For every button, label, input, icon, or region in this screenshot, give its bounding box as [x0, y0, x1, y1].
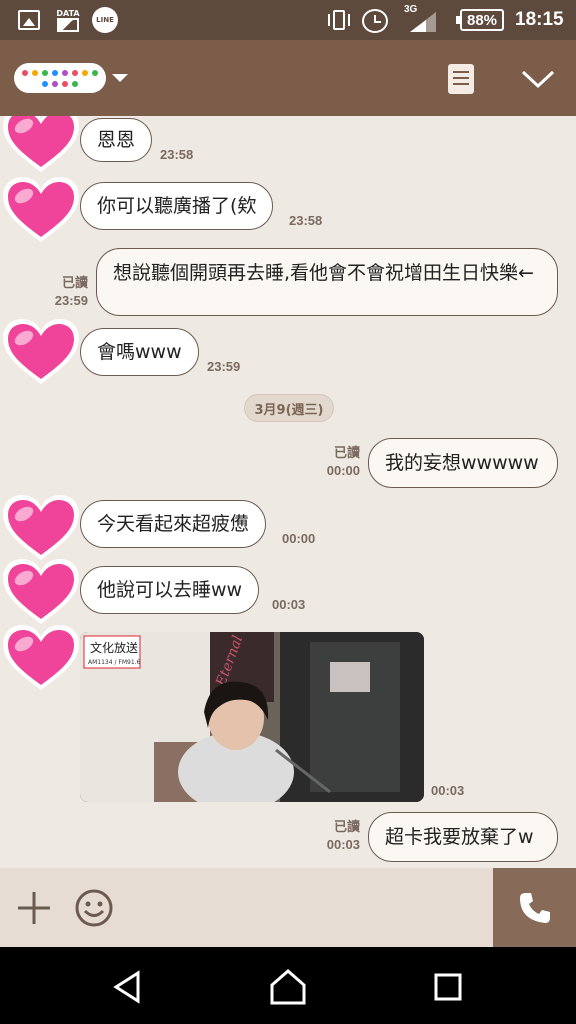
clock: 18:15: [515, 9, 564, 30]
read-status: 已讀: [333, 819, 360, 834]
alarm-icon: [362, 9, 388, 33]
chat-header: [0, 40, 576, 116]
recents-square-icon[interactable]: [428, 967, 468, 1007]
incoming-bubble[interactable]: 他說可以去睡ww: [80, 566, 260, 614]
incoming-bubble[interactable]: 會嗎www: [80, 328, 199, 376]
photo-message[interactable]: 文化放送 AM1134 / FM91.6 Eternal: [80, 632, 424, 802]
chat-name-dot: [42, 69, 48, 76]
message-text: 今天看起來超疲憊: [97, 513, 250, 535]
battery-level: 88%: [466, 11, 498, 29]
chat-name-dot: [62, 69, 68, 76]
photo-sign-sub: AM1134 / FM91.6: [88, 659, 141, 666]
chat-name-dot: [92, 69, 98, 76]
battery-indicator: 88%: [456, 9, 504, 31]
outgoing-bubble[interactable]: 我的妄想wwwww: [368, 438, 558, 488]
avatar-heart-icon[interactable]: [0, 316, 82, 388]
chat-name-button[interactable]: [14, 63, 106, 93]
message-time: 23:59: [207, 359, 241, 374]
phone-icon: [519, 892, 550, 923]
smiley-icon[interactable]: [74, 888, 114, 928]
chat-name-dot: [22, 69, 28, 76]
line-label: LINE: [96, 16, 114, 24]
note-icon[interactable]: [448, 64, 474, 94]
message-time: 23:58: [289, 213, 323, 228]
message-text: 會嗎www: [97, 341, 182, 363]
avatar-heart-icon[interactable]: [0, 116, 82, 176]
chat-name-dot: [42, 80, 48, 87]
chat-name-dot: [72, 69, 78, 76]
chat-name-dot: [52, 69, 58, 76]
data-label: DATA: [56, 8, 80, 18]
incoming-bubble[interactable]: 恩恩: [80, 118, 153, 162]
avatar-heart-icon[interactable]: [0, 174, 82, 246]
status-bar: DATA LINE 3G 88% 18:15: [0, 0, 576, 40]
message-time: 00:00: [282, 531, 316, 546]
message-text: 想說聽個開頭再去睡,看他會不會祝增田生日快樂←: [113, 262, 534, 284]
vibrate-icon: [324, 8, 354, 32]
message-time: 00:03: [326, 837, 360, 852]
chat-name-dot: [72, 80, 78, 87]
incoming-bubble[interactable]: 你可以聽廣播了(欸: [80, 182, 274, 230]
home-icon[interactable]: [268, 967, 308, 1007]
read-status: 已讀: [61, 275, 88, 290]
avatar-heart-icon[interactable]: [0, 492, 82, 564]
outgoing-bubble[interactable]: 超卡我要放棄了w: [368, 812, 558, 862]
plus-icon[interactable]: [16, 890, 52, 926]
photo-image: 文化放送 AM1134 / FM91.6 Eternal: [80, 632, 424, 802]
message-text: 我的妄想wwwww: [385, 452, 539, 474]
date-divider: 3月9(週三): [244, 394, 334, 422]
call-button[interactable]: [493, 868, 576, 947]
line-app-icon: LINE: [92, 7, 118, 33]
message-time: 23:59: [54, 293, 88, 308]
chat-name-dot: [32, 69, 38, 76]
data-icon: DATA: [56, 6, 80, 34]
back-triangle-icon[interactable]: [108, 967, 148, 1007]
chat-name-dot: [52, 80, 58, 87]
input-bar: [0, 868, 576, 947]
message-time: 00:03: [431, 783, 465, 798]
message-time: 00:00: [326, 463, 360, 478]
avatar-heart-icon[interactable]: [0, 622, 82, 694]
message-text: 他說可以去睡ww: [97, 579, 243, 601]
incoming-bubble[interactable]: 今天看起來超疲憊: [80, 500, 267, 548]
chevron-down-small-icon[interactable]: [112, 74, 128, 82]
chevron-down-icon[interactable]: [520, 68, 556, 90]
image-notification-icon: [18, 10, 40, 30]
message-text: 你可以聽廣播了(欸: [97, 195, 257, 217]
message-time: 23:58: [160, 147, 194, 162]
avatar-heart-icon[interactable]: [0, 556, 82, 628]
chat-name-dot: [62, 80, 68, 87]
message-list[interactable]: 恩恩 23:58 你可以聽廣播了(欸 23:58 已讀 23:59 想說聽個開頭…: [0, 116, 576, 868]
signal-icon: [410, 12, 436, 32]
chat-name-dot: [82, 69, 88, 76]
outgoing-bubble[interactable]: 想說聽個開頭再去睡,看他會不會祝增田生日快樂←: [96, 248, 558, 316]
navigation-bar: [0, 947, 576, 1024]
read-status: 已讀: [333, 445, 360, 460]
message-text: 超卡我要放棄了w: [385, 826, 534, 848]
photo-sign-text: 文化放送: [90, 640, 138, 655]
message-text: 恩恩: [97, 129, 136, 151]
message-time: 00:03: [272, 597, 306, 612]
